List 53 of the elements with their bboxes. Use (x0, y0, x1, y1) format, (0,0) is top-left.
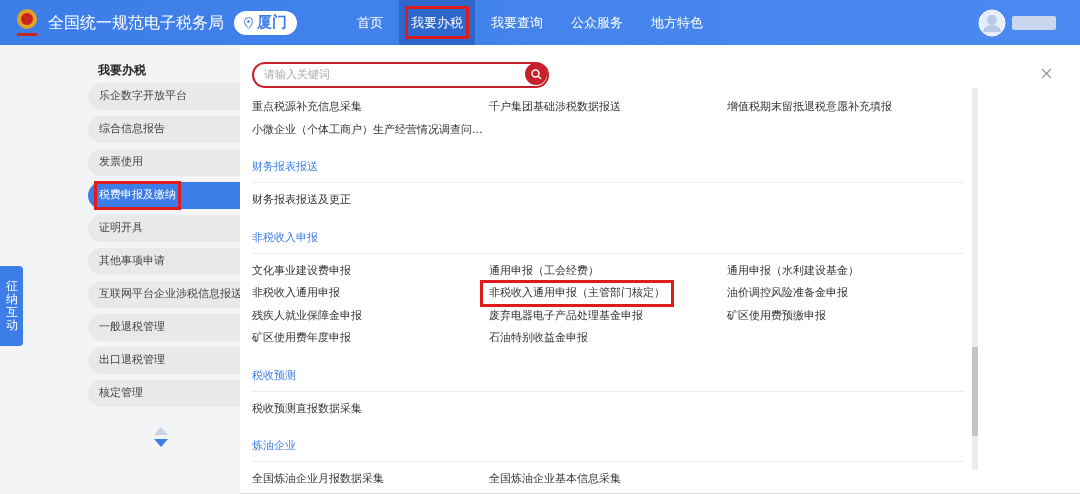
section-heading: 税收预测 (252, 368, 296, 382)
scroll-arrows-icon[interactable] (154, 427, 168, 447)
sidebar-item[interactable]: 综合信息报告 (88, 116, 240, 143)
user-avatar-icon[interactable] (978, 8, 1006, 37)
location-pin-icon (244, 16, 253, 29)
service-link[interactable]: 通用申报（工会经费） (489, 262, 600, 279)
search-button[interactable] (525, 63, 547, 85)
site-title: 全国统一规范电子税务局 (48, 11, 224, 34)
scrollbar-thumb[interactable] (972, 347, 978, 436)
service-link[interactable]: 石油特别收益金申报 (489, 330, 589, 347)
service-link[interactable]: 小微企业（个体工商户）生产经营情况调查问... (252, 121, 483, 138)
sidebar-item[interactable]: 一般退税管理 (88, 314, 240, 341)
sidebar-item[interactable]: 证明开具 (88, 215, 240, 242)
sidebar-item[interactable]: 税费申报及缴纳 (88, 182, 240, 209)
side-tab[interactable]: 征纳互动 (0, 266, 23, 346)
redacted-username-block (1012, 15, 1056, 30)
service-link[interactable]: 废弃电器电子产品处理基金申报 (489, 307, 644, 324)
service-link[interactable]: 非税收入通用申报 (252, 285, 340, 302)
close-icon[interactable] (1041, 68, 1052, 79)
sidebar-item[interactable]: 核定管理 (88, 380, 240, 407)
service-link[interactable]: 非税收入通用申报（主管部门核定） (480, 280, 675, 307)
search-field[interactable]: 请输入关键词 (252, 61, 549, 88)
nav-tab[interactable]: 我要查询 (479, 0, 555, 45)
service-link[interactable]: 重点税源补充信息采集 (252, 99, 362, 116)
nav-tab[interactable]: 地方特色 (639, 0, 715, 45)
sidebar-title: 我要办税 (97, 62, 147, 79)
nav-tab[interactable]: 首页 (345, 0, 395, 45)
service-link[interactable]: 全国炼油企业基本信息采集 (489, 471, 622, 488)
service-link[interactable]: 财务报表报送及更正 (252, 192, 351, 209)
service-link[interactable]: 千户集团基础涉税数据报送 (489, 99, 622, 116)
service-link[interactable]: 通用申报（水利建设基金） (726, 262, 859, 279)
sidebar-item[interactable]: 发票使用 (88, 149, 240, 176)
service-link[interactable]: 残疾人就业保障金申报 (252, 307, 362, 324)
section-heading: 炼油企业 (252, 439, 296, 452)
service-link[interactable]: 税收预测直报数据采集 (252, 400, 362, 417)
service-link[interactable]: 矿区使用费年度申报 (252, 330, 351, 347)
service-link[interactable]: 文化事业建设费申报 (252, 262, 351, 279)
service-link[interactable]: 全国炼油企业月报数据采集 (252, 471, 384, 488)
emblem-logo-icon (14, 6, 40, 39)
city-selector[interactable]: 厦门 (234, 10, 297, 35)
service-link[interactable]: 矿区使用费预缴申报 (726, 307, 826, 324)
sidebar-item[interactable]: 乐企数字开放平台 (88, 83, 240, 110)
nav-tab[interactable]: 我要办税 (399, 0, 475, 45)
search-icon (530, 68, 542, 80)
sidebar-item[interactable]: 互联网平台企业涉税信息报送 (88, 281, 240, 308)
service-link[interactable]: 增值税期末留抵退税意愿补充填报 (726, 99, 892, 116)
section-heading: 非税收入申报 (252, 230, 318, 244)
sidebar-item[interactable]: 其他事项申请 (88, 248, 240, 275)
city-label: 厦门 (257, 12, 287, 34)
sidebar-item[interactable]: 出口退税管理 (88, 347, 240, 374)
section-heading: 财务报表报送 (252, 160, 318, 173)
nav-tab[interactable]: 公众服务 (559, 0, 635, 45)
service-link[interactable]: 油价调控风险准备金申报 (726, 285, 848, 302)
